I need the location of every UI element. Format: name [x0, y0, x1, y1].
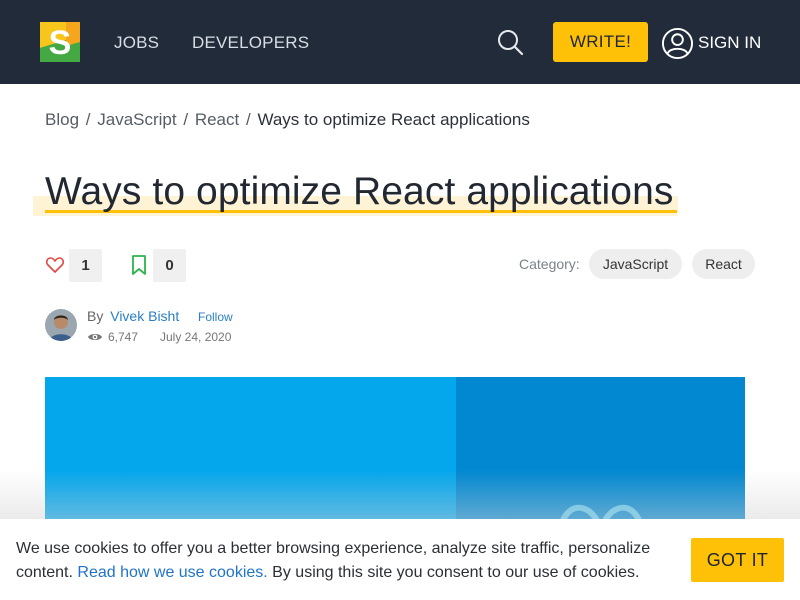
cookie-message: We use cookies to offer you a better bro…	[16, 537, 676, 585]
category-tag-javascript[interactable]: JavaScript	[589, 249, 682, 279]
breadcrumb-current: Ways to optimize React applications	[257, 110, 530, 129]
nav-developers-link[interactable]: DEVELOPERS	[192, 33, 309, 53]
breadcrumb-blog-link[interactable]: Blog	[45, 110, 79, 129]
breadcrumb-separator: /	[85, 110, 91, 129]
views-count: 6,747	[108, 330, 139, 344]
author-by-label: By	[87, 308, 104, 324]
cookie-policy-link[interactable]: Read how we use cookies.	[77, 564, 267, 581]
breadcrumb: Blog / JavaScript / React / Ways to opti…	[45, 110, 530, 130]
search-icon[interactable]	[496, 28, 524, 56]
breadcrumb-javascript-link[interactable]: JavaScript	[97, 110, 176, 129]
user-circle-icon	[661, 27, 694, 59]
category-tag-react[interactable]: React	[692, 249, 755, 279]
author-avatar[interactable]	[45, 309, 77, 341]
write-button[interactable]: WRITE!	[553, 22, 648, 62]
cookie-text-after: By using this site you consent to our us…	[272, 564, 640, 581]
sign-in-label: SIGN IN	[698, 33, 762, 52]
author-byline: By Vivek Bisht	[87, 308, 179, 324]
author-name-link[interactable]: Vivek Bisht	[110, 308, 179, 324]
follow-link[interactable]: Follow	[198, 310, 233, 324]
breadcrumb-separator: /	[245, 110, 251, 129]
cookie-banner: We use cookies to offer you a better bro…	[0, 519, 800, 600]
got-it-button[interactable]: GOT IT	[691, 538, 784, 582]
heart-icon[interactable]	[45, 255, 65, 275]
breadcrumb-separator: /	[183, 110, 189, 129]
post-date: July 24, 2020	[160, 330, 232, 344]
avatar-image	[45, 309, 77, 341]
breadcrumb-react-link[interactable]: React	[195, 110, 239, 129]
site-header: S JOBS DEVELOPERS WRITE! SIGN IN	[0, 0, 800, 84]
category-label: Category:	[519, 256, 580, 272]
title-block: Ways to optimize React applications	[33, 168, 683, 220]
eye-icon	[88, 334, 102, 340]
nav-jobs-link[interactable]: JOBS	[114, 33, 159, 53]
like-count: 1	[69, 249, 102, 282]
sign-in-button[interactable]: SIGN IN	[661, 26, 761, 60]
bookmark-count: 0	[153, 249, 186, 282]
site-logo-icon[interactable]: S	[40, 22, 80, 62]
svg-text:S: S	[49, 24, 72, 62]
page-title: Ways to optimize React applications	[45, 170, 674, 213]
bookmark-icon[interactable]	[130, 254, 148, 276]
